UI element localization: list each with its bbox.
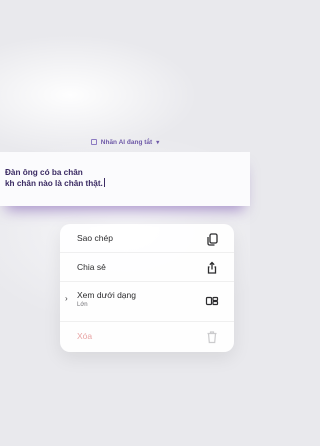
menu-item-view-as[interactable]: › Xem dưới dạng Lớn bbox=[60, 282, 234, 322]
context-menu: Sao chép Chia sẻ › Xem dưới dạng Lớn Xóa bbox=[60, 224, 234, 352]
text-cursor bbox=[103, 178, 105, 187]
menu-item-delete[interactable]: Xóa bbox=[60, 322, 234, 352]
note-line-2: kh chân nào là chân thật. bbox=[5, 178, 250, 189]
note-preview[interactable]: Đàn ông có ba chân kh chân nào là chân t… bbox=[0, 152, 250, 206]
note-line-1: Đàn ông có ba chân bbox=[5, 168, 83, 177]
checkbox-icon bbox=[90, 139, 97, 145]
menu-item-delete-label: Xóa bbox=[77, 331, 93, 341]
copy-icon bbox=[207, 233, 218, 246]
menu-item-share-label: Chia sẻ bbox=[77, 262, 106, 272]
note-line-2-text: kh chân nào là chân thật. bbox=[5, 179, 103, 188]
layout-icon bbox=[205, 296, 219, 306]
menu-item-copy[interactable]: Sao chép bbox=[60, 224, 234, 253]
background-glow bbox=[0, 0, 250, 446]
menu-item-copy-label: Sao chép bbox=[77, 233, 113, 243]
chevron-down-icon: ▾ bbox=[156, 139, 160, 146]
trash-icon bbox=[207, 331, 217, 344]
menu-item-view-value: Lớn bbox=[77, 302, 88, 308]
menu-item-share[interactable]: Chia sẻ bbox=[60, 253, 234, 282]
ai-label-toggle[interactable]: Nhãn AI đang tắt ▾ bbox=[0, 132, 250, 152]
share-icon bbox=[207, 261, 217, 274]
menu-item-view-label: Xem dưới dạng bbox=[77, 290, 136, 300]
ai-label-text: Nhãn AI đang tắt bbox=[100, 138, 153, 146]
submenu-arrow-icon: › bbox=[65, 294, 68, 303]
